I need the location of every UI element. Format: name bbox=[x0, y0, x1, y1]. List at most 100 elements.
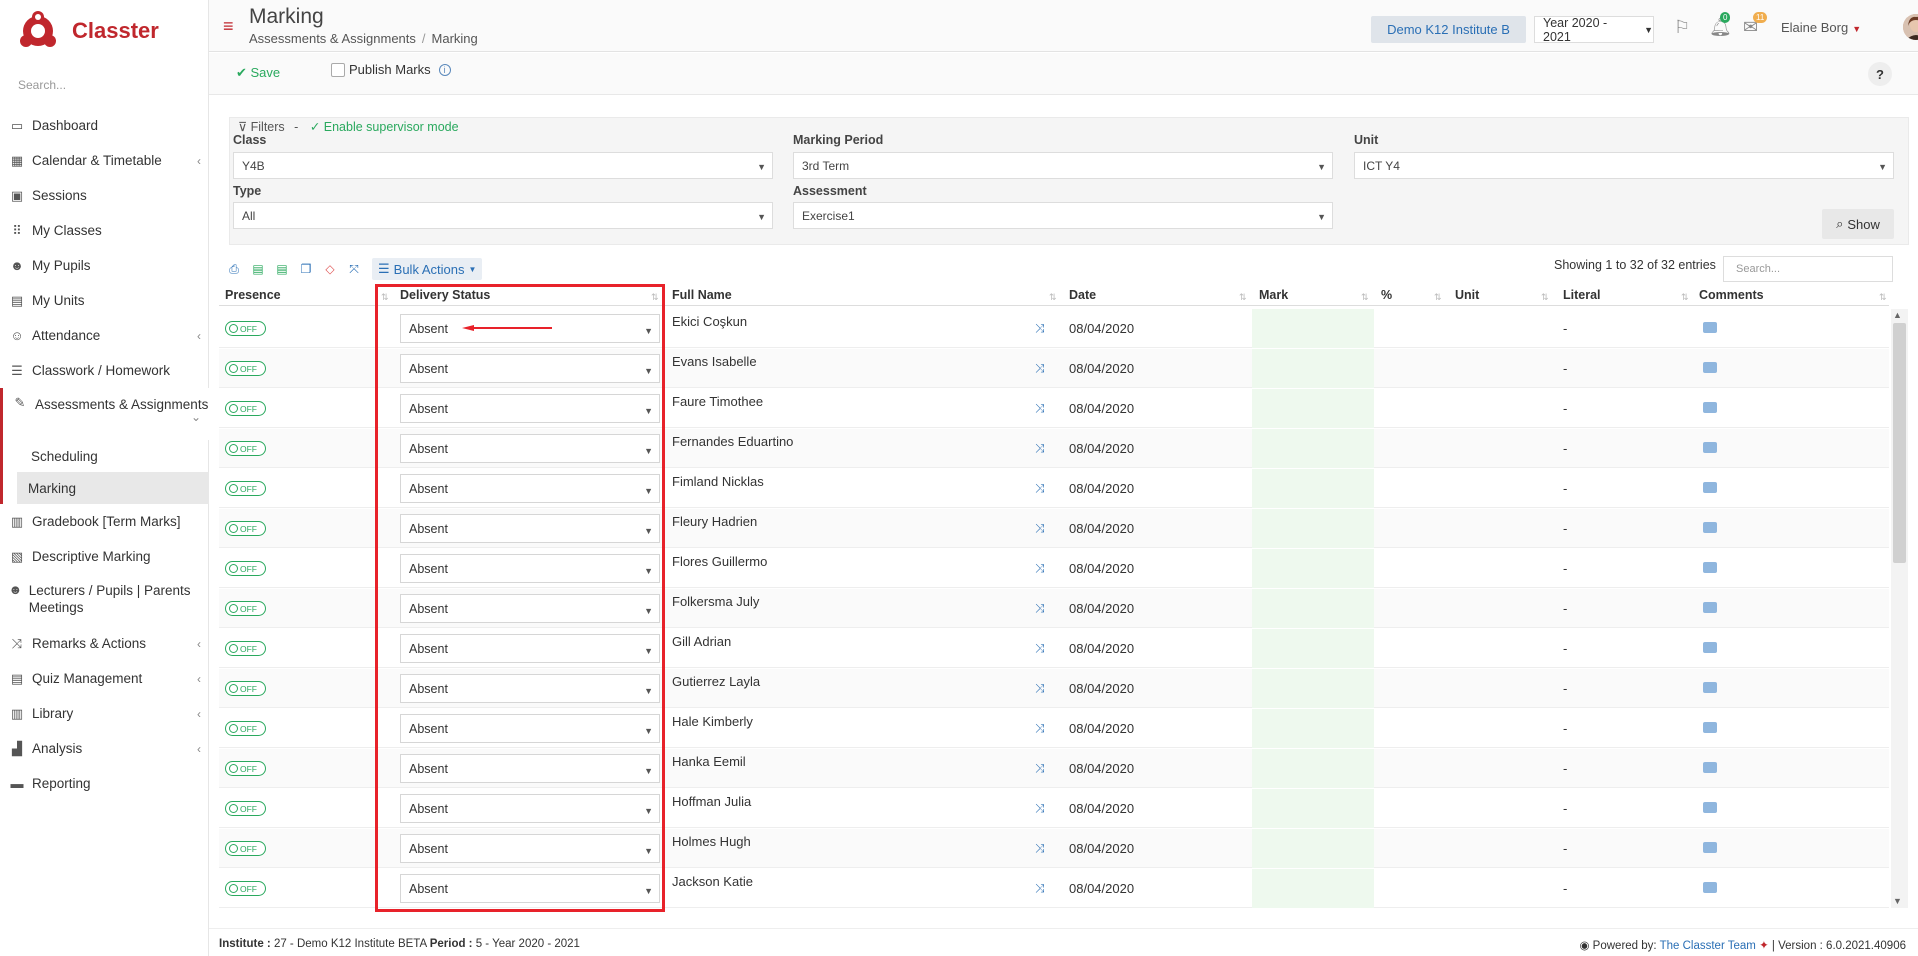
sort-icon[interactable]: ⇅ bbox=[1541, 292, 1549, 303]
sort-icon[interactable]: ⇅ bbox=[1681, 292, 1689, 303]
delivery-status-select[interactable]: Absent ▼ bbox=[400, 354, 660, 383]
presence-toggle[interactable]: OFF bbox=[225, 721, 266, 736]
save-button[interactable]: ✔ Save bbox=[236, 65, 280, 81]
mark-input[interactable] bbox=[1252, 589, 1374, 628]
institute-button[interactable]: Demo K12 Institute B bbox=[1371, 16, 1526, 43]
shuffle-icon[interactable]: ⤨ bbox=[1035, 601, 1045, 616]
excel-export-icon[interactable]: ▤ bbox=[246, 259, 270, 279]
col-full-name[interactable]: Full Name bbox=[672, 288, 732, 302]
col-literal[interactable]: Literal bbox=[1563, 288, 1601, 302]
sidebar-item-gradebook[interactable]: ▥ Gradebook [Term Marks] bbox=[0, 504, 209, 539]
shuffle-icon[interactable]: ⤨ bbox=[1035, 481, 1045, 496]
shuffle-icon[interactable]: ⤨ bbox=[1035, 801, 1045, 816]
col-date[interactable]: Date bbox=[1069, 288, 1096, 302]
filters-title[interactable]: Filters bbox=[251, 120, 285, 134]
delivery-status-select[interactable]: Absent ▼ bbox=[400, 874, 660, 903]
sort-icon[interactable]: ⇅ bbox=[1049, 292, 1057, 303]
shuffle-icon[interactable]: ⤨ bbox=[1035, 721, 1045, 736]
comment-icon[interactable] bbox=[1703, 802, 1717, 813]
print-icon[interactable]: ⎙ bbox=[222, 259, 246, 279]
shuffle-icon[interactable]: ⤨ bbox=[1035, 441, 1045, 456]
delivery-status-select[interactable]: Absent ▼ bbox=[400, 714, 660, 743]
comment-icon[interactable] bbox=[1703, 482, 1717, 493]
sidebar-search-input[interactable]: Search... bbox=[18, 78, 66, 92]
sidebar-item-classwork[interactable]: ☰ Classwork / Homework bbox=[0, 353, 209, 388]
presence-toggle[interactable]: OFF bbox=[225, 801, 266, 816]
shuffle-icon[interactable]: ⤨ bbox=[1035, 521, 1045, 536]
shuffle-icon[interactable]: ⤨ bbox=[1035, 321, 1045, 336]
assessment-select[interactable]: Exercise1 ▼ bbox=[793, 202, 1333, 229]
class-select[interactable]: Y4B ▼ bbox=[233, 152, 773, 179]
mark-input[interactable] bbox=[1252, 509, 1374, 548]
sidebar-item-meetings[interactable]: ☻ Lecturers / Pupils | Parents Meetings bbox=[0, 574, 209, 626]
presence-toggle[interactable]: OFF bbox=[225, 481, 266, 496]
sidebar-subitem-marking[interactable]: Marking bbox=[0, 472, 209, 504]
delivery-status-select[interactable]: Absent ▼ bbox=[400, 754, 660, 783]
sidebar-item-sessions[interactable]: ▣ Sessions bbox=[0, 178, 209, 213]
logo[interactable]: Classter bbox=[18, 10, 159, 52]
comment-icon[interactable] bbox=[1703, 522, 1717, 533]
mark-input[interactable] bbox=[1252, 789, 1374, 828]
presence-toggle[interactable]: OFF bbox=[225, 881, 266, 896]
sort-icon[interactable]: ⇅ bbox=[1434, 292, 1442, 303]
comment-icon[interactable] bbox=[1703, 882, 1717, 893]
presence-toggle[interactable]: OFF bbox=[225, 841, 266, 856]
sort-icon[interactable]: ⇅ bbox=[1879, 292, 1887, 303]
presence-toggle[interactable]: OFF bbox=[225, 361, 266, 376]
scroll-up-icon[interactable]: ▲ bbox=[1893, 310, 1902, 320]
sidebar-item-quiz[interactable]: ▤ Quiz Management ‹ bbox=[0, 661, 209, 696]
comment-icon[interactable] bbox=[1703, 442, 1717, 453]
col-presence[interactable]: Presence bbox=[225, 288, 281, 302]
checkbox[interactable] bbox=[331, 62, 345, 77]
sort-icon[interactable]: ⇅ bbox=[381, 292, 389, 303]
delivery-status-select[interactable]: Absent ▼ bbox=[400, 434, 660, 463]
mark-input[interactable] bbox=[1252, 709, 1374, 748]
shuffle-icon[interactable]: ⤨ bbox=[1035, 761, 1045, 776]
sidebar-subitem-scheduling[interactable]: Scheduling bbox=[0, 440, 209, 472]
comment-icon[interactable] bbox=[1703, 402, 1717, 413]
col-mark[interactable]: Mark bbox=[1259, 288, 1288, 302]
shuffle-icon[interactable]: ⤨ bbox=[1035, 561, 1045, 576]
table-scrollbar-thumb[interactable] bbox=[1893, 323, 1906, 563]
comment-icon[interactable] bbox=[1703, 722, 1717, 733]
comment-icon[interactable] bbox=[1703, 642, 1717, 653]
help-button[interactable]: ? bbox=[1868, 62, 1892, 86]
type-select[interactable]: All ▼ bbox=[233, 202, 773, 229]
presence-toggle[interactable]: OFF bbox=[225, 561, 266, 576]
presence-toggle[interactable]: OFF bbox=[225, 521, 266, 536]
delivery-status-select[interactable]: Absent ▼ bbox=[400, 834, 660, 863]
marking-period-select[interactable]: 3rd Term ▼ bbox=[793, 152, 1333, 179]
mark-input[interactable] bbox=[1252, 749, 1374, 788]
delivery-status-select[interactable]: Absent ▼ bbox=[400, 394, 660, 423]
presence-toggle[interactable]: OFF bbox=[225, 321, 266, 336]
sidebar-item-attendance[interactable]: ☺ Attendance ‹ bbox=[0, 318, 209, 353]
presence-toggle[interactable]: OFF bbox=[225, 681, 266, 696]
enable-supervisor-mode-link[interactable]: ✓ Enable supervisor mode bbox=[310, 120, 459, 134]
sidebar-item-my-pupils[interactable]: ☻ My Pupils bbox=[0, 248, 209, 283]
sidebar-item-my-units[interactable]: ▤ My Units bbox=[0, 283, 209, 318]
copy-icon[interactable]: ❐ bbox=[294, 259, 318, 279]
delivery-status-select[interactable]: Absent ▼ bbox=[400, 474, 660, 503]
mark-input[interactable] bbox=[1252, 669, 1374, 708]
sidebar-item-analysis[interactable]: ▟ Analysis ‹ bbox=[0, 731, 209, 766]
unit-select[interactable]: ICT Y4 ▼ bbox=[1354, 152, 1894, 179]
mark-input[interactable] bbox=[1252, 869, 1374, 908]
presence-toggle[interactable]: OFF bbox=[225, 601, 266, 616]
delivery-status-select[interactable]: Absent ▼ bbox=[400, 674, 660, 703]
sidebar-item-assessments[interactable]: ✎ Assessments & Assignments ⌄ bbox=[0, 388, 209, 440]
comment-icon[interactable] bbox=[1703, 562, 1717, 573]
shuffle-icon[interactable]: ⤨ bbox=[1035, 681, 1045, 696]
mark-input[interactable] bbox=[1252, 549, 1374, 588]
sidebar-item-dashboard[interactable]: ▭ Dashboard bbox=[0, 108, 209, 143]
col-comments[interactable]: Comments bbox=[1699, 288, 1764, 302]
presence-toggle[interactable]: OFF bbox=[225, 441, 266, 456]
mark-input[interactable] bbox=[1252, 389, 1374, 428]
shuffle-icon[interactable]: ⤨ bbox=[1035, 401, 1045, 416]
mark-input[interactable] bbox=[1252, 309, 1374, 348]
shuffle-icon[interactable]: ⤨ bbox=[1035, 841, 1045, 856]
publish-marks-checkbox[interactable]: Publish Marks i bbox=[331, 62, 451, 77]
shuffle-icon[interactable]: ⤨ bbox=[1035, 881, 1045, 896]
comment-icon[interactable] bbox=[1703, 842, 1717, 853]
mark-input[interactable] bbox=[1252, 429, 1374, 468]
sidebar-item-my-classes[interactable]: ⠿ My Classes bbox=[0, 213, 209, 248]
